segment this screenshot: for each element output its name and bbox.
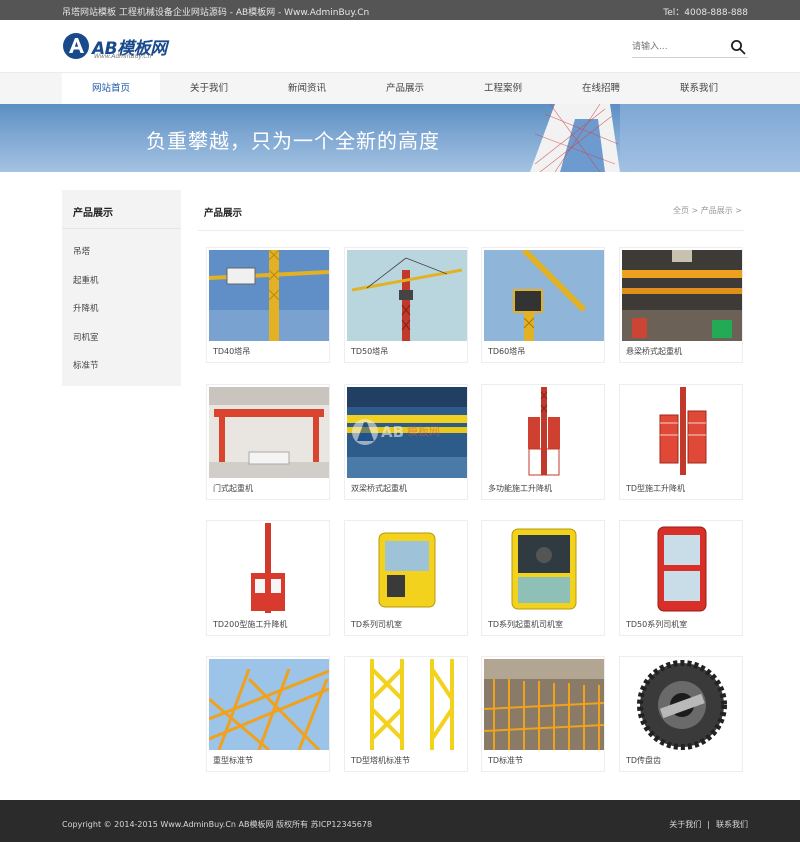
title-divider (198, 230, 744, 231)
nav-item-products[interactable]: 产品展示 (356, 73, 454, 105)
product-card[interactable]: 悬梁桥式起重机 (619, 247, 743, 363)
banner: 负重攀越，只为一个全新的高度 (0, 104, 800, 172)
product-image-tower-crane (209, 250, 329, 341)
logo-mark-icon (63, 33, 89, 59)
product-card[interactable]: TD200型施工升降机 (206, 520, 330, 636)
product-card[interactable]: TD传盘齿 (619, 656, 743, 772)
product-name: 悬梁桥式起重机 (626, 347, 682, 356)
nav-item-home[interactable]: 网站首页 (62, 73, 160, 105)
sidebar-item-mast-section[interactable]: 标准节 (73, 359, 99, 371)
svg-text:模板网: 模板网 (407, 424, 440, 438)
product-name: TD型塔机标准节 (351, 756, 411, 765)
search-box (632, 36, 748, 58)
product-image-tower-crane (484, 250, 604, 341)
product-name: TD50系列司机室 (626, 620, 688, 629)
product-card[interactable]: TD50塔吊 (344, 247, 468, 363)
nav-item-cases[interactable]: 工程案例 (454, 73, 552, 105)
product-name: TD系列司机室 (351, 620, 403, 629)
product-name: TD传盘齿 (626, 756, 662, 765)
product-image-gantry-crane (209, 387, 329, 478)
product-name: 重型标准节 (213, 756, 253, 765)
product-image-operator-cab (622, 523, 742, 614)
product-name: TD型施工升降机 (626, 484, 686, 493)
product-card[interactable]: TD40塔吊 (206, 247, 330, 363)
nav-item-jobs[interactable]: 在线招聘 (552, 73, 650, 105)
product-card[interactable]: TD系列司机室 (344, 520, 468, 636)
product-image-construction-hoist (622, 387, 742, 478)
nav-item-contact[interactable]: 联系我们 (650, 73, 748, 105)
nav-item-news[interactable]: 新闻资讯 (258, 73, 356, 105)
footer-link-contact[interactable]: 联系我们 (716, 820, 748, 829)
product-card[interactable]: AB 模板网 双梁桥式起重机 (344, 384, 468, 500)
product-card[interactable]: TD系列起重机司机室 (481, 520, 605, 636)
product-card[interactable]: TD型施工升降机 (619, 384, 743, 500)
product-name: TD50塔吊 (351, 347, 389, 356)
phone-number: Tel：4008-888-888 (663, 8, 748, 18)
product-name: 多功能施工升降机 (488, 484, 552, 493)
product-card[interactable]: 门式起重机 (206, 384, 330, 500)
logo[interactable]: AB模板网 Www.AdminBuy.Cn (62, 32, 172, 62)
main-nav: 网站首页 关于我们 新闻资讯 产品展示 工程案例 在线招聘 联系我们 (0, 72, 800, 105)
product-name: TD200型施工升降机 (213, 620, 288, 629)
product-image-tower-crane (347, 250, 467, 341)
sidebar-item-crane[interactable]: 起重机 (73, 274, 99, 286)
product-name: 门式起重机 (213, 484, 253, 493)
product-name: TD60塔吊 (488, 347, 526, 356)
product-name: TD40塔吊 (213, 347, 251, 356)
product-card[interactable]: TD60塔吊 (481, 247, 605, 363)
product-image-mast-section (209, 659, 329, 750)
product-card[interactable]: 重型标准节 (206, 656, 330, 772)
sidebar: 产品展示 吊塔 起重机 升降机 司机室 标准节 (62, 190, 181, 386)
sidebar-title: 产品展示 (73, 208, 113, 219)
product-card[interactable]: TD标准节 (481, 656, 605, 772)
sidebar-divider (62, 228, 181, 229)
banner-slogan: 负重攀越，只为一个全新的高度 (146, 129, 440, 153)
product-image-construction-hoist (209, 523, 329, 614)
footer: Copyright © 2014-2015 Www.AdminBuy.Cn AB… (0, 800, 800, 842)
product-image-overhead-crane (622, 250, 742, 341)
product-name: TD标准节 (488, 756, 524, 765)
product-card[interactable]: TD型塔机标准节 (344, 656, 468, 772)
nav-item-about[interactable]: 关于我们 (160, 73, 258, 105)
product-image-mast-section (347, 659, 467, 750)
copyright-text: Copyright © 2014-2015 Www.AdminBuy.Cn AB… (62, 820, 373, 829)
logo-subtext: Www.AdminBuy.Cn (94, 53, 152, 60)
product-name: 双梁桥式起重机 (351, 484, 407, 493)
product-image-bevel-gear (622, 659, 742, 750)
top-bar: 吊塔网站模板 工程机械设备企业网站源码 - AB模板网 - Www.AdminB… (0, 0, 800, 20)
search-icon[interactable] (730, 39, 746, 55)
product-card[interactable]: 多功能施工升降机 (481, 384, 605, 500)
product-image-double-girder-crane: AB 模板网 (347, 387, 467, 478)
sidebar-item-cab[interactable]: 司机室 (73, 331, 99, 343)
product-image-operator-cab (347, 523, 467, 614)
sidebar-item-tower-crane[interactable]: 吊塔 (73, 245, 90, 257)
sidebar-item-elevator[interactable]: 升降机 (73, 302, 99, 314)
footer-links: 关于我们 | 联系我们 (669, 819, 748, 830)
product-image-construction-hoist (484, 387, 604, 478)
product-card[interactable]: TD50系列司机室 (619, 520, 743, 636)
footer-link-separator: | (707, 820, 710, 829)
breadcrumb[interactable]: 全页 > 产品展示 > (673, 205, 742, 216)
product-image-mast-section (484, 659, 604, 750)
svg-text:AB: AB (381, 423, 404, 441)
site-description: 吊塔网站模板 工程机械设备企业网站源码 - AB模板网 - Www.AdminB… (62, 8, 370, 18)
page-title: 产品展示 (204, 208, 243, 219)
search-input[interactable] (632, 38, 722, 56)
footer-link-about[interactable]: 关于我们 (669, 820, 701, 829)
product-name: TD系列起重机司机室 (488, 620, 564, 629)
product-image-operator-cab (484, 523, 604, 614)
header: AB模板网 Www.AdminBuy.Cn (0, 20, 800, 72)
